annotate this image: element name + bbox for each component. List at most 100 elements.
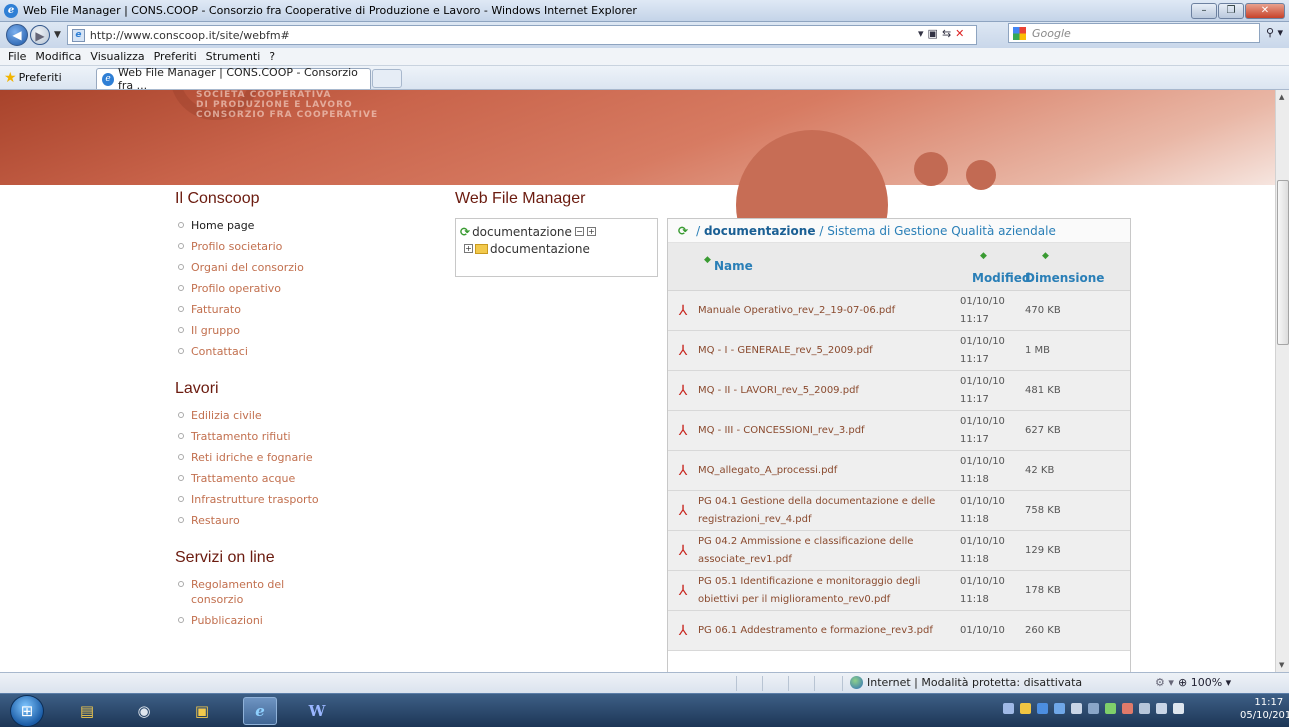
scrollbar-thumb[interactable] xyxy=(1277,180,1289,345)
col-size-label[interactable]: Dimensione xyxy=(1025,271,1104,285)
tree-node[interactable]: + documentazione xyxy=(460,240,653,257)
tray-icon[interactable] xyxy=(1071,703,1082,714)
tray-icon[interactable] xyxy=(1088,703,1099,714)
col-size-header[interactable]: ◆ Dimensione xyxy=(1020,243,1130,290)
tree-root-label[interactable]: documentazione xyxy=(472,225,572,239)
file-row[interactable]: ⅄ PG 05.1 Identificazione e monitoraggio… xyxy=(668,571,1130,611)
refresh-icon[interactable]: ⟳ xyxy=(460,225,470,239)
tray-icon[interactable] xyxy=(1156,703,1167,714)
sidebar-item-reti-idriche[interactable]: Reti idriche e fognarie xyxy=(175,447,435,468)
minimize-button[interactable]: – xyxy=(1191,3,1217,19)
vertical-scrollbar[interactable]: ▲ ▼ xyxy=(1275,90,1289,672)
sidebar-item-restauro[interactable]: Restauro xyxy=(175,510,435,531)
sidebar-item-acque[interactable]: Trattamento acque xyxy=(175,468,435,489)
menu-strumenti[interactable]: Strumenti xyxy=(206,50,261,63)
file-row[interactable]: ⅄ MQ - III - CONCESSIONI_rev_3.pdf 01/10… xyxy=(668,411,1130,451)
start-button[interactable]: ⊞ xyxy=(10,695,44,727)
new-tab-button[interactable] xyxy=(372,69,402,88)
scroll-down-icon[interactable]: ▼ xyxy=(1279,661,1284,669)
file-row[interactable]: ⅄ PG 06.1 Addestramento e formazione_rev… xyxy=(668,611,1130,651)
breadcrumb-root-label[interactable]: documentazione xyxy=(704,224,816,238)
sidebar-item-regolamento[interactable]: Regolamento del consorzio xyxy=(175,574,325,610)
security-zone[interactable]: Internet | Modalità protetta: disattivat… xyxy=(850,676,1082,689)
file-name[interactable]: PG 04.1 Gestione della documentazione e … xyxy=(698,493,960,529)
stop-icon[interactable]: ✕ xyxy=(955,27,964,40)
sidebar-item-home[interactable]: Home page xyxy=(175,215,435,236)
menu-modifica[interactable]: Modifica xyxy=(35,50,81,63)
sidebar-item-profilo-operativo[interactable]: Profilo operativo xyxy=(175,278,435,299)
sidebar-item-edilizia[interactable]: Edilizia civile xyxy=(175,405,435,426)
window-titlebar[interactable]: e Web File Manager | CONS.COOP - Consorz… xyxy=(0,0,1289,22)
menu-preferiti[interactable]: Preferiti xyxy=(154,50,197,63)
sort-icon[interactable]: ◆ xyxy=(980,251,987,261)
forward-button[interactable]: ▶ xyxy=(30,25,50,45)
menu-help[interactable]: ? xyxy=(269,50,275,63)
file-row[interactable]: ⅄ Manuale Operativo_rev_2_19-07-06.pdf 0… xyxy=(668,291,1130,331)
menu-file[interactable]: File xyxy=(8,50,26,63)
url-dropdown-icon[interactable]: ▾ xyxy=(918,27,924,40)
sidebar-item-contattaci[interactable]: Contattaci xyxy=(175,341,435,362)
tray-icon[interactable] xyxy=(1054,703,1065,714)
sidebar-item-infrastrutture[interactable]: Infrastrutture trasporto xyxy=(175,489,435,510)
internet-explorer-icon[interactable]: e xyxy=(243,697,277,725)
tree-node-label[interactable]: documentazione xyxy=(490,242,590,256)
history-dropdown-icon[interactable]: ▼ xyxy=(54,30,61,40)
sidebar-item-rifiuti[interactable]: Trattamento rifiuti xyxy=(175,426,435,447)
search-icon[interactable]: ⚲ ▾ xyxy=(1266,26,1283,39)
tray-icon[interactable] xyxy=(1105,703,1116,714)
browser-tab[interactable]: e Web File Manager | CONS.COOP - Consorz… xyxy=(96,66,371,92)
refresh-icon[interactable]: ⇆ xyxy=(942,27,951,40)
file-name[interactable]: MQ - II - LAVORI_rev_5_2009.pdf xyxy=(698,382,960,400)
tray-icon[interactable] xyxy=(1003,703,1014,714)
clock[interactable]: 11:17 05/10/2010 xyxy=(1240,696,1289,722)
maximize-button[interactable]: ❐ xyxy=(1218,3,1244,19)
media-icon[interactable]: ◉ xyxy=(127,697,161,725)
col-name-header[interactable]: ◆ Name xyxy=(668,243,960,290)
sidebar-item-profilo-societario[interactable]: Profilo societario xyxy=(175,236,435,257)
file-row[interactable]: ⅄ MQ_allegato_A_processi.pdf 01/10/10 11:… xyxy=(668,451,1130,491)
close-button[interactable]: ✕ xyxy=(1245,3,1285,19)
tree-root[interactable]: ⟳ documentazione − + xyxy=(460,223,653,240)
volume-icon[interactable] xyxy=(1173,703,1184,714)
breadcrumb-root[interactable]: documentazione xyxy=(704,224,816,238)
col-name-label[interactable]: Name xyxy=(714,259,753,273)
addon-icon[interactable]: ⚙ ▾ xyxy=(1155,676,1174,689)
tray-icon[interactable] xyxy=(1037,703,1048,714)
menu-visualizza[interactable]: Visualizza xyxy=(90,50,144,63)
tray-icon[interactable] xyxy=(1122,703,1133,714)
paint-icon[interactable]: ▣ xyxy=(185,697,219,725)
site-logo[interactable]: SOCIETÀ COOPERATIVA DI PRODUZIONE E LAVO… xyxy=(196,90,378,120)
file-name[interactable]: MQ - I - GENERALE_rev_5_2009.pdf xyxy=(698,342,960,360)
explorer-icon[interactable]: ▤ xyxy=(70,697,104,725)
sidebar-item-gruppo[interactable]: Il gruppo xyxy=(175,320,435,341)
expand-icon[interactable]: + xyxy=(586,227,596,236)
back-button[interactable]: ◀ xyxy=(6,24,28,46)
sidebar-item-organi[interactable]: Organi del consorzio xyxy=(175,257,435,278)
file-name[interactable]: PG 04.2 Ammissione e classificazione del… xyxy=(698,533,960,569)
favorites-button[interactable]: ★ Preferiti xyxy=(4,70,62,86)
word-icon[interactable]: W xyxy=(300,697,334,725)
file-name[interactable]: PG 06.1 Addestramento e formazione_rev3.… xyxy=(698,622,960,640)
file-name[interactable]: MQ - III - CONCESSIONI_rev_3.pdf xyxy=(698,422,960,440)
file-row[interactable]: ⅄ MQ - II - LAVORI_rev_5_2009.pdf 01/10/… xyxy=(668,371,1130,411)
url-field[interactable]: e http://www.conscoop.it/site/webfm# xyxy=(66,25,977,45)
sidebar-item-pubblicazioni[interactable]: Pubblicazioni xyxy=(175,610,435,631)
file-name[interactable]: PG 05.1 Identificazione e monitoraggio d… xyxy=(698,573,960,609)
file-row[interactable]: ⅄ PG 04.1 Gestione della documentazione … xyxy=(668,491,1130,531)
tray-icon[interactable] xyxy=(1020,703,1031,714)
zoom-level[interactable]: ⊕ 100% ▾ xyxy=(1178,676,1231,689)
expand-icon[interactable]: + xyxy=(464,244,473,253)
scroll-up-icon[interactable]: ▲ xyxy=(1279,93,1284,101)
file-row[interactable]: ⅄ PG 04.2 Ammissione e classificazione d… xyxy=(668,531,1130,571)
refresh-icon[interactable]: ⟳ xyxy=(678,224,688,238)
file-row[interactable]: ⅄ MQ - I - GENERALE_rev_5_2009.pdf 01/10… xyxy=(668,331,1130,371)
file-name[interactable]: Manuale Operativo_rev_2_19-07-06.pdf xyxy=(698,302,960,320)
col-modified-header[interactable]: ◆ Modified xyxy=(960,243,1031,290)
sidebar-item-fatturato[interactable]: Fatturato xyxy=(175,299,435,320)
search-input[interactable]: Google xyxy=(1008,23,1260,43)
collapse-icon[interactable]: − xyxy=(574,227,584,236)
sort-icon[interactable]: ◆ xyxy=(1042,251,1049,261)
tray-icon[interactable] xyxy=(1139,703,1150,714)
sort-icon[interactable]: ◆ xyxy=(704,255,711,265)
file-name[interactable]: MQ_allegato_A_processi.pdf xyxy=(698,462,960,480)
